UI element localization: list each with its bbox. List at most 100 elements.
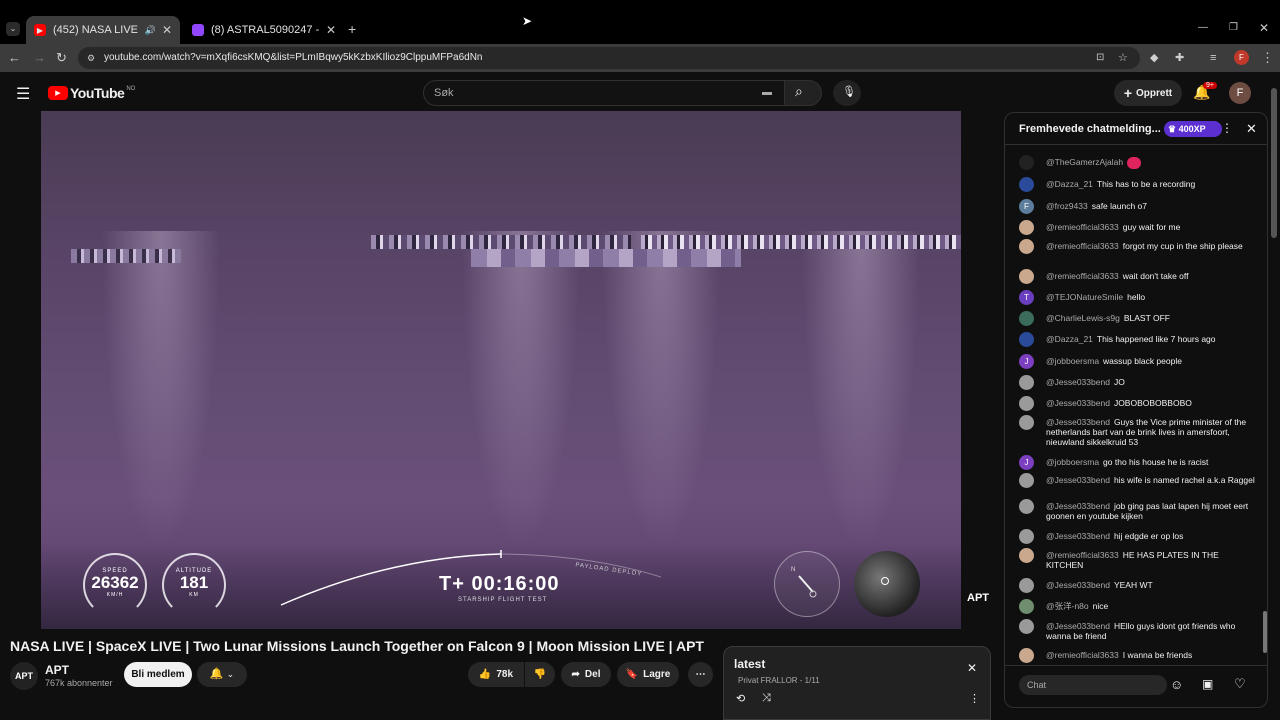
loop-icon[interactable]: ⟲ [736, 692, 745, 705]
chat-author[interactable]: @Jesse033bend [1046, 475, 1110, 485]
playlist-title[interactable]: latest [734, 657, 765, 671]
subscription-bell-button[interactable]: 🔔 ⌄ [197, 662, 247, 687]
search-input[interactable]: Søk ▬ [423, 80, 785, 106]
chat-author[interactable]: @Jesse033bend [1046, 417, 1110, 427]
restore-icon[interactable]: ❐ [1229, 22, 1238, 33]
chat-user-avatar[interactable] [1019, 269, 1034, 284]
chat-author[interactable]: @Jesse033bend [1046, 531, 1110, 541]
chat-author[interactable]: @remieofficial3633 [1046, 222, 1119, 232]
new-tab-icon[interactable]: + [348, 21, 356, 37]
heart-icon[interactable]: ♡ [1234, 676, 1246, 692]
chat-author[interactable]: @Jesse033bend [1046, 398, 1110, 408]
forward-icon[interactable]: → [33, 50, 46, 66]
chat-user-avatar[interactable] [1019, 499, 1034, 514]
site-info-icon[interactable]: ⚙ [87, 47, 95, 69]
chat-input[interactable]: Chat [1019, 675, 1167, 695]
chat-author[interactable]: @Jesse033bend [1046, 377, 1110, 387]
channel-watermark[interactable]: APT [967, 592, 989, 604]
chat-author[interactable]: @TheGamerzAjalah [1046, 157, 1123, 167]
tab-twitch[interactable]: (8) ASTRAL5090247 - Twitch ✕ [184, 16, 344, 44]
chat-user-avatar[interactable] [1019, 548, 1034, 563]
install-icon[interactable]: ⊡ [1096, 47, 1104, 69]
chat-author[interactable]: @jobboersma [1046, 457, 1099, 467]
shuffle-icon[interactable]: ⤨ [762, 692, 771, 705]
dislike-button[interactable]: 👎 [525, 662, 555, 687]
chat-user-avatar[interactable] [1019, 220, 1034, 235]
chat-user-avatar[interactable] [1019, 396, 1034, 411]
search-button[interactable]: ⌕ [784, 80, 822, 106]
chat-user-avatar[interactable] [1019, 239, 1034, 254]
page-scrollbar[interactable] [1271, 88, 1277, 704]
chat-user-avatar[interactable] [1019, 578, 1034, 593]
browser-profile-avatar[interactable]: F [1234, 50, 1249, 65]
window-close-icon[interactable]: ✕ [1259, 21, 1269, 35]
close-chat-icon[interactable]: ✕ [1246, 121, 1257, 137]
chat-author[interactable]: @Dazza_21 [1046, 334, 1093, 344]
chat-author[interactable]: @CharlieLewis-s9g [1046, 313, 1120, 323]
menu-icon[interactable]: ☰ [16, 84, 30, 104]
address-bar[interactable]: ⚙ youtube.com/watch?v=mXqfi6csKMQ&list=P… [78, 47, 1140, 69]
chat-author[interactable]: @remieofficial3633 [1046, 550, 1119, 560]
like-button[interactable]: 👍 78k [468, 662, 524, 687]
chat-user-avatar[interactable] [1019, 155, 1034, 170]
minimize-icon[interactable]: — [1198, 22, 1208, 33]
chat-user-avatar[interactable] [1019, 415, 1034, 430]
chat-author[interactable]: @froz9433 [1046, 201, 1088, 211]
channel-avatar[interactable]: APT [10, 662, 38, 690]
chat-author[interactable]: @Jesse033bend [1046, 621, 1110, 631]
chat-author[interactable]: @张洋-n8o [1046, 601, 1089, 611]
chat-user-avatar[interactable] [1019, 529, 1034, 544]
reload-icon[interactable]: ↻ [56, 50, 67, 66]
chat-user-avatar[interactable]: T [1019, 290, 1034, 305]
xp-badge[interactable]: ♛ 400XP [1164, 121, 1222, 137]
chat-author[interactable]: @jobboersma [1046, 356, 1099, 366]
create-button[interactable]: + Opprett [1114, 80, 1182, 106]
chat-user-avatar[interactable] [1019, 473, 1034, 488]
more-actions-button[interactable]: ⋯ [688, 662, 713, 687]
save-button[interactable]: 🔖 Lagre [617, 662, 679, 687]
share-button[interactable]: ➦ Del [561, 662, 611, 687]
chat-author[interactable]: @Dazza_21 [1046, 179, 1093, 189]
extension-icon[interactable]: ◆ [1150, 50, 1158, 66]
tab-search-icon[interactable]: ⌄ [6, 22, 20, 36]
chat-user-avatar[interactable]: F [1019, 199, 1034, 214]
channel-name[interactable]: APT [45, 663, 69, 677]
chat-author[interactable]: @remieofficial3633 [1046, 650, 1119, 660]
chat-user-avatar[interactable] [1019, 619, 1034, 634]
browser-menu-icon[interactable]: ⋮ [1261, 50, 1274, 66]
join-button[interactable]: Bli medlem [124, 662, 192, 687]
tab-youtube[interactable]: ▶ (452) NASA LIVE | SpaceX L 🔊 ✕ [26, 16, 180, 44]
chat-author[interactable]: @remieofficial3633 [1046, 241, 1119, 251]
emoji-icon[interactable]: ☺ [1170, 677, 1183, 692]
chat-user-avatar[interactable] [1019, 332, 1034, 347]
chat-user-avatar[interactable]: J [1019, 354, 1034, 369]
chat-author[interactable]: @TEJONatureSmile [1046, 292, 1123, 302]
back-icon[interactable]: ← [8, 50, 21, 66]
account-avatar[interactable]: F [1229, 82, 1251, 104]
chat-author[interactable]: @Jesse033bend [1046, 580, 1110, 590]
close-tab-icon[interactable]: ✕ [326, 23, 336, 37]
video-player[interactable]: SPEED 26362 KM/H ALTITUDE 181 KM PAYLOAD… [41, 111, 961, 629]
youtube-logo[interactable]: ▶ YouTube NO [48, 85, 135, 101]
chat-user-avatar[interactable] [1019, 599, 1034, 614]
chat-user-avatar[interactable]: J [1019, 455, 1034, 470]
chat-more-icon[interactable]: ⋮ [1221, 121, 1233, 135]
chat-user-avatar[interactable] [1019, 648, 1034, 663]
keyboard-icon[interactable]: ▬ [762, 81, 772, 105]
puzzle-icon[interactable]: ✚ [1175, 50, 1184, 66]
close-tab-icon[interactable]: ✕ [162, 23, 172, 37]
speaker-icon[interactable]: 🔊 [145, 25, 156, 36]
more-vertical-icon[interactable]: ⋮ [969, 692, 980, 705]
chat-user-avatar[interactable] [1019, 375, 1034, 390]
chat-mode-dropdown[interactable]: Fremhevede chatmelding... ⌄ [1019, 123, 1171, 135]
super-chat-icon[interactable]: ▣ [1202, 677, 1213, 691]
chat-author[interactable]: @remieofficial3633 [1046, 271, 1119, 281]
chat-scrollbar[interactable] [1263, 149, 1267, 659]
chat-user-avatar[interactable] [1019, 177, 1034, 192]
media-icon[interactable]: ≡ [1210, 50, 1216, 66]
voice-search-button[interactable]: 🎙 [833, 80, 861, 106]
close-playlist-icon[interactable]: ✕ [967, 661, 977, 675]
chat-author[interactable]: @Jesse033bend [1046, 501, 1110, 511]
chat-user-avatar[interactable] [1019, 311, 1034, 326]
bookmark-star-icon[interactable]: ☆ [1118, 47, 1128, 69]
